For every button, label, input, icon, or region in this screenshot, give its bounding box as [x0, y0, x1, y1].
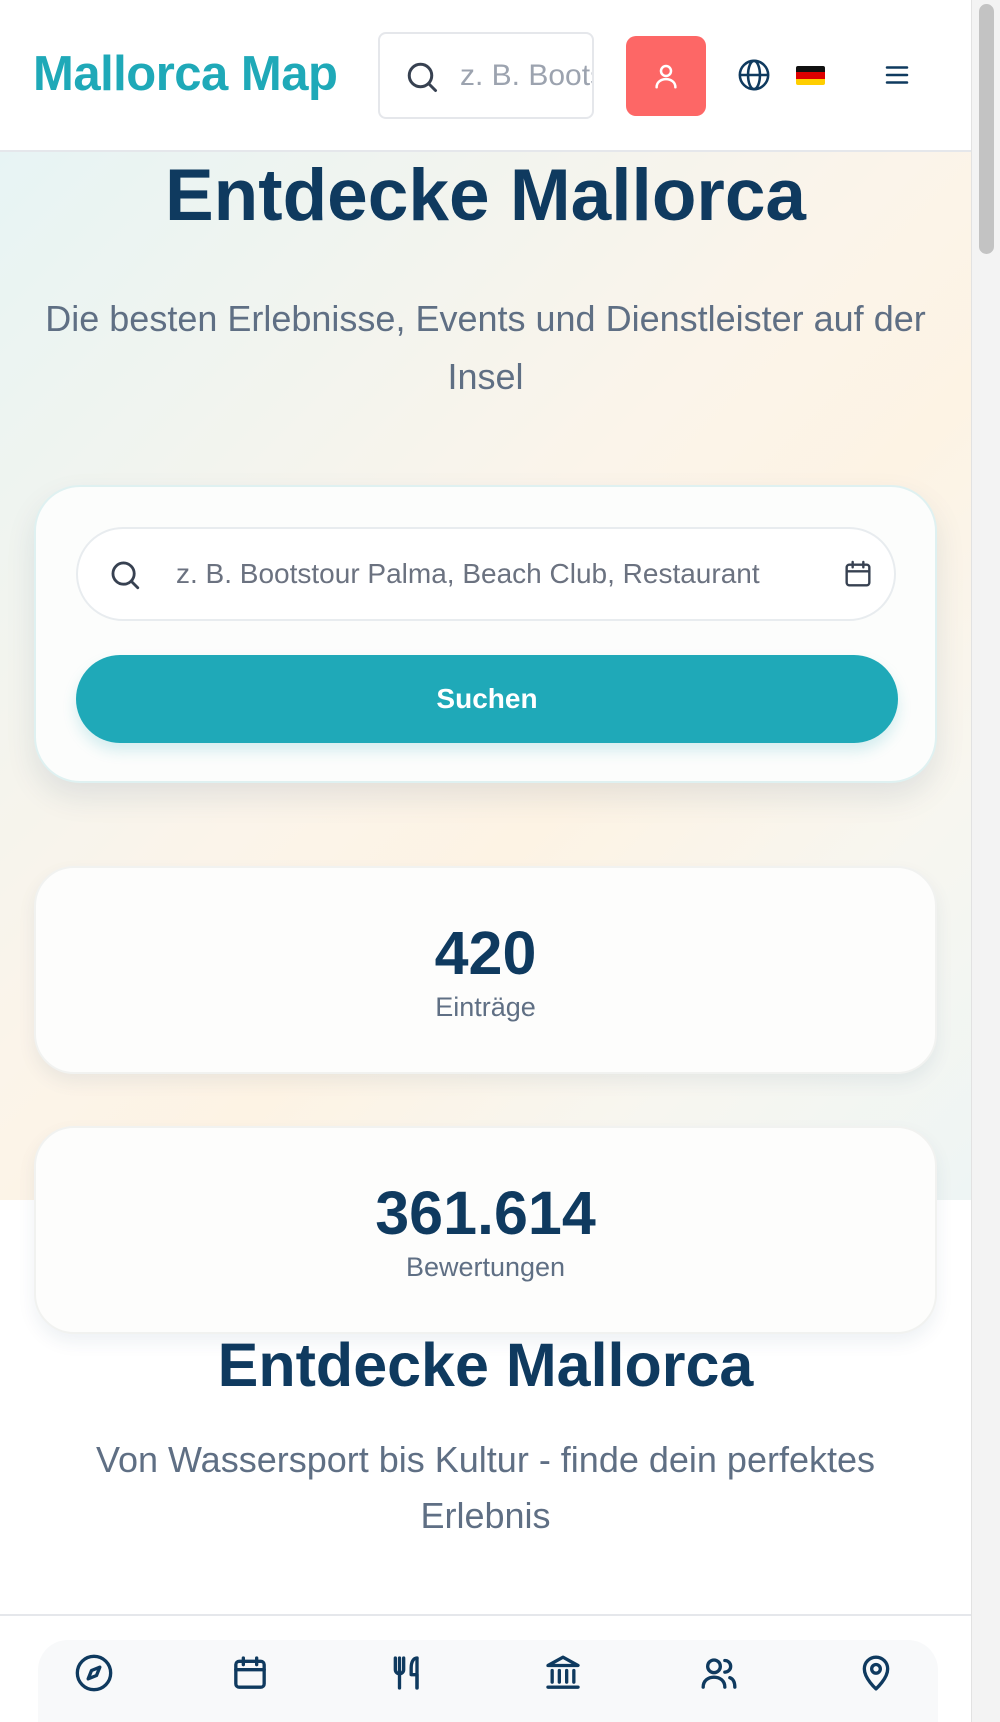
calendar-icon [234, 1655, 266, 1689]
scrollbar[interactable] [971, 0, 1000, 1722]
globe-icon[interactable] [737, 58, 771, 92]
hero-subtitle: Die besten Erlebnisse, Events und Dienst… [45, 298, 926, 397]
section-title: Entdecke Mallorca [217, 1331, 754, 1399]
users-icon [701, 1657, 737, 1689]
hero-title: Entdecke Mallorca [164, 155, 807, 236]
stat-label: Bewertungen [405, 1252, 566, 1282]
site-logo[interactable]: Mallorca Map [33, 46, 338, 102]
stat-card-reviews: 361.614 Bewertungen [34, 1126, 937, 1334]
nav-culture-button[interactable] [541, 1652, 585, 1696]
stat-value: 361.614 [375, 1179, 596, 1247]
nav-community-button[interactable] [697, 1652, 741, 1696]
stat-label: Einträge [435, 992, 536, 1022]
menu-icon[interactable] [882, 60, 912, 90]
bottom-nav-bar [38, 1640, 938, 1722]
search-icon [111, 561, 140, 590]
stat-value: 420 [434, 919, 537, 987]
map-pin-icon [862, 1655, 890, 1690]
compass-icon [75, 1654, 113, 1691]
hero-search-input[interactable] [176, 529, 846, 619]
hero-search-card: Suchen [34, 485, 937, 783]
calendar-icon[interactable] [842, 558, 874, 590]
hero-search-field[interactable] [76, 527, 896, 621]
header-search-input[interactable] [460, 34, 592, 117]
bottom-nav [0, 1614, 971, 1722]
header-search[interactable] [378, 32, 594, 119]
stat-card-entries: 420 Einträge [34, 866, 937, 1074]
nav-map-button[interactable] [854, 1652, 898, 1696]
flag-de-icon[interactable] [796, 66, 825, 85]
search-button[interactable]: Suchen [76, 655, 898, 743]
museum-icon [546, 1655, 580, 1689]
nav-explore-button[interactable] [72, 1652, 116, 1696]
nav-events-button[interactable] [228, 1652, 272, 1696]
top-header: Mallorca Map [0, 0, 971, 152]
user-icon [655, 64, 677, 89]
utensils-icon [393, 1655, 419, 1690]
user-account-button[interactable] [626, 36, 706, 116]
nav-restaurants-button[interactable] [385, 1652, 429, 1696]
scrollbar-thumb[interactable] [979, 4, 994, 254]
search-icon [407, 62, 437, 92]
section-subtitle: Von Wassersport bis Kultur - finde dein … [95, 1439, 876, 1536]
